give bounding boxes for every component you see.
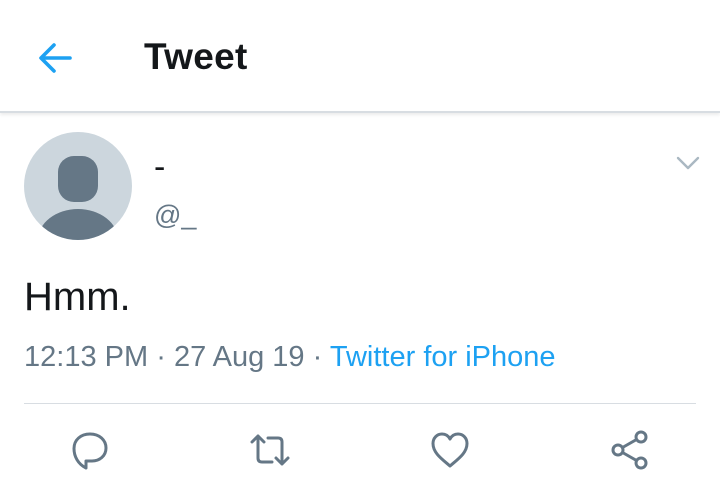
retweet-icon bbox=[250, 434, 290, 466]
tweet-date: 27 Aug 19 bbox=[173, 341, 305, 373]
back-button[interactable] bbox=[34, 38, 76, 78]
meta-separator: · bbox=[156, 341, 166, 373]
page-title: Tweet bbox=[144, 36, 248, 77]
top-app-bar: Tweet bbox=[0, 0, 720, 113]
author-handle[interactable]: @_ bbox=[154, 200, 196, 231]
reply-icon bbox=[72, 432, 108, 470]
tweet-time: 12:13 PM bbox=[24, 341, 149, 373]
tweet-meta: 12:13 PM · 27 Aug 19 · Twitter for iPhon… bbox=[24, 341, 556, 374]
like-button[interactable] bbox=[428, 428, 472, 472]
meta-separator: · bbox=[312, 341, 323, 373]
divider bbox=[24, 403, 696, 404]
share-button[interactable] bbox=[608, 428, 652, 472]
heart-icon bbox=[431, 432, 469, 468]
retweet-button[interactable] bbox=[248, 428, 292, 472]
share-icon bbox=[611, 430, 648, 470]
reply-button[interactable] bbox=[68, 428, 112, 472]
tweet-text: Hmm. bbox=[24, 275, 131, 319]
tweet-source-link[interactable]: Twitter for iPhone bbox=[330, 341, 556, 373]
avatar[interactable] bbox=[24, 132, 132, 240]
tweet-menu-button[interactable] bbox=[674, 150, 702, 176]
default-avatar-icon bbox=[38, 156, 118, 240]
author-display-name[interactable]: - bbox=[154, 150, 165, 184]
chevron-down-icon bbox=[676, 156, 700, 170]
arrow-left-icon bbox=[39, 43, 72, 73]
